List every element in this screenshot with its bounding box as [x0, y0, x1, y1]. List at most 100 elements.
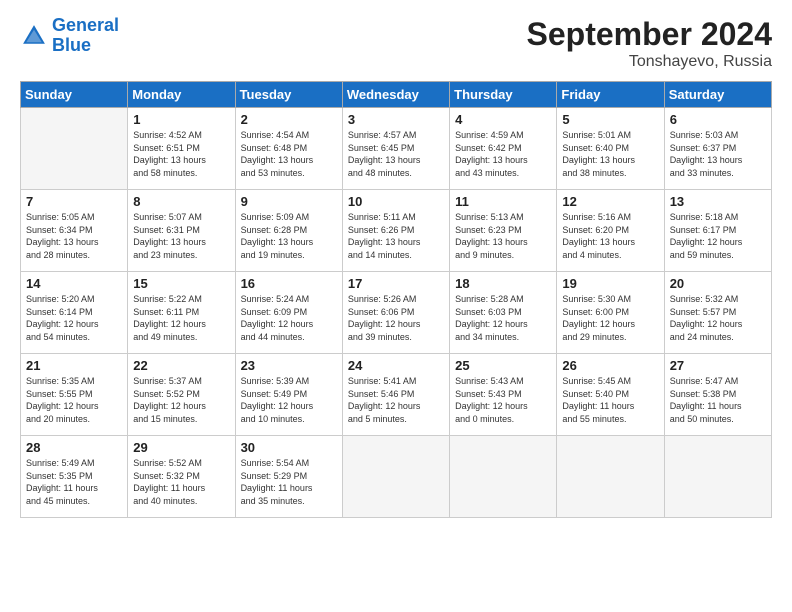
table-row	[557, 436, 664, 518]
table-row: 25 Sunrise: 5:43 AM Sunset: 5:43 PM Dayli…	[450, 354, 557, 436]
table-row: 22Sunrise: 5:37 AM Sunset: 5:52 PM Dayli…	[128, 354, 235, 436]
table-row: 12Sunrise: 5:16 AM Sunset: 6:20 PM Dayli…	[557, 190, 664, 272]
table-row: 28 Sunrise: 5:49 AM Sunset: 5:35 PM Dayli…	[21, 436, 128, 518]
calendar-week-row: 1 Sunrise: 4:52 AM Sunset: 6:51 PM Daylig…	[21, 108, 772, 190]
table-row: 6Sunrise: 5:03 AM Sunset: 6:37 PM Daylig…	[664, 108, 771, 190]
table-row: 24 Sunrise: 5:41 AM Sunset: 5:46 PM Dayli…	[342, 354, 449, 436]
day-detail: Sunrise: 5:16 AM Sunset: 6:20 PM Dayligh…	[562, 211, 658, 261]
day-number: 10	[348, 194, 444, 209]
calendar-table: Sunday Monday Tuesday Wednesday Thursday…	[20, 81, 772, 518]
table-row	[664, 436, 771, 518]
day-number: 27	[670, 358, 766, 373]
table-row	[342, 436, 449, 518]
day-number: 11	[455, 194, 551, 209]
table-row: 30 Sunrise: 5:54 AM Sunset: 5:29 PM Dayli…	[235, 436, 342, 518]
day-detail: Sunrise: 5:18 AM Sunset: 6:17 PM Dayligh…	[670, 211, 766, 261]
day-detail: Sunrise: 4:52 AM Sunset: 6:51 PM Dayligh…	[133, 129, 229, 179]
day-detail: Sunrise: 5:20 AM Sunset: 6:14 PM Dayligh…	[26, 293, 122, 343]
day-number: 30	[241, 440, 337, 455]
day-detail: Sunrise: 5:41 AM Sunset: 5:46 PM Dayligh…	[348, 375, 444, 425]
day-number: 18	[455, 276, 551, 291]
day-detail: Sunrise: 5:11 AM Sunset: 6:26 PM Dayligh…	[348, 211, 444, 261]
day-number: 5	[562, 112, 658, 127]
table-row: 1 Sunrise: 4:52 AM Sunset: 6:51 PM Daylig…	[128, 108, 235, 190]
table-row: 11 Sunrise: 5:13 AM Sunset: 6:23 PM Dayli…	[450, 190, 557, 272]
table-row: 4 Sunrise: 4:59 AM Sunset: 6:42 PM Daylig…	[450, 108, 557, 190]
day-number: 3	[348, 112, 444, 127]
table-row: 17 Sunrise: 5:26 AM Sunset: 6:06 PM Dayli…	[342, 272, 449, 354]
table-row: 16Sunrise: 5:24 AM Sunset: 6:09 PM Dayli…	[235, 272, 342, 354]
day-number: 28	[26, 440, 122, 455]
table-row: 27 Sunrise: 5:47 AM Sunset: 5:38 PM Dayli…	[664, 354, 771, 436]
day-detail: Sunrise: 5:09 AM Sunset: 6:28 PM Dayligh…	[241, 211, 337, 261]
header-thursday: Thursday	[450, 82, 557, 108]
title-block: September 2024 Tonshayevo, Russia	[527, 16, 772, 71]
table-row: 13 Sunrise: 5:18 AM Sunset: 6:17 PM Dayli…	[664, 190, 771, 272]
table-row: 10 Sunrise: 5:11 AM Sunset: 6:26 PM Dayli…	[342, 190, 449, 272]
day-number: 29	[133, 440, 229, 455]
table-row: 23Sunrise: 5:39 AM Sunset: 5:49 PM Dayli…	[235, 354, 342, 436]
table-row: 19 Sunrise: 5:30 AM Sunset: 6:00 PM Dayli…	[557, 272, 664, 354]
table-row: 20 Sunrise: 5:32 AM Sunset: 5:57 PM Dayli…	[664, 272, 771, 354]
day-number: 1	[133, 112, 229, 127]
day-detail: Sunrise: 5:24 AM Sunset: 6:09 PM Dayligh…	[241, 293, 337, 343]
calendar-week-row: 14 Sunrise: 5:20 AM Sunset: 6:14 PM Dayli…	[21, 272, 772, 354]
day-detail: Sunrise: 5:26 AM Sunset: 6:06 PM Dayligh…	[348, 293, 444, 343]
table-row	[21, 108, 128, 190]
logo-line2: Blue	[52, 35, 91, 55]
day-number: 26	[562, 358, 658, 373]
header-sunday: Sunday	[21, 82, 128, 108]
header: General Blue September 2024 Tonshayevo, …	[20, 16, 772, 71]
table-row: 3 Sunrise: 4:57 AM Sunset: 6:45 PM Daylig…	[342, 108, 449, 190]
day-detail: Sunrise: 5:28 AM Sunset: 6:03 PM Dayligh…	[455, 293, 551, 343]
day-detail: Sunrise: 5:52 AM Sunset: 5:32 PM Dayligh…	[133, 457, 229, 507]
header-saturday: Saturday	[664, 82, 771, 108]
day-number: 20	[670, 276, 766, 291]
calendar-header-row: Sunday Monday Tuesday Wednesday Thursday…	[21, 82, 772, 108]
day-detail: Sunrise: 4:57 AM Sunset: 6:45 PM Dayligh…	[348, 129, 444, 179]
subtitle: Tonshayevo, Russia	[527, 53, 772, 71]
day-number: 25	[455, 358, 551, 373]
table-row: 9Sunrise: 5:09 AM Sunset: 6:28 PM Daylig…	[235, 190, 342, 272]
day-detail: Sunrise: 5:47 AM Sunset: 5:38 PM Dayligh…	[670, 375, 766, 425]
day-number: 2	[241, 112, 337, 127]
calendar-week-row: 21Sunrise: 5:35 AM Sunset: 5:55 PM Dayli…	[21, 354, 772, 436]
day-number: 13	[670, 194, 766, 209]
logo-icon	[20, 22, 48, 50]
day-detail: Sunrise: 5:49 AM Sunset: 5:35 PM Dayligh…	[26, 457, 122, 507]
table-row: 21Sunrise: 5:35 AM Sunset: 5:55 PM Dayli…	[21, 354, 128, 436]
day-detail: Sunrise: 5:32 AM Sunset: 5:57 PM Dayligh…	[670, 293, 766, 343]
logo-text: General Blue	[52, 16, 119, 56]
header-monday: Monday	[128, 82, 235, 108]
day-number: 8	[133, 194, 229, 209]
table-row: 18 Sunrise: 5:28 AM Sunset: 6:03 PM Dayli…	[450, 272, 557, 354]
day-detail: Sunrise: 5:54 AM Sunset: 5:29 PM Dayligh…	[241, 457, 337, 507]
day-detail: Sunrise: 5:37 AM Sunset: 5:52 PM Dayligh…	[133, 375, 229, 425]
table-row: 5 Sunrise: 5:01 AM Sunset: 6:40 PM Daylig…	[557, 108, 664, 190]
day-detail: Sunrise: 4:59 AM Sunset: 6:42 PM Dayligh…	[455, 129, 551, 179]
day-detail: Sunrise: 5:30 AM Sunset: 6:00 PM Dayligh…	[562, 293, 658, 343]
day-detail: Sunrise: 5:13 AM Sunset: 6:23 PM Dayligh…	[455, 211, 551, 261]
table-row: 2 Sunrise: 4:54 AM Sunset: 6:48 PM Daylig…	[235, 108, 342, 190]
day-detail: Sunrise: 5:45 AM Sunset: 5:40 PM Dayligh…	[562, 375, 658, 425]
header-wednesday: Wednesday	[342, 82, 449, 108]
day-number: 19	[562, 276, 658, 291]
day-detail: Sunrise: 5:43 AM Sunset: 5:43 PM Dayligh…	[455, 375, 551, 425]
table-row: 29 Sunrise: 5:52 AM Sunset: 5:32 PM Dayli…	[128, 436, 235, 518]
calendar-week-row: 7 Sunrise: 5:05 AM Sunset: 6:34 PM Daylig…	[21, 190, 772, 272]
day-number: 4	[455, 112, 551, 127]
table-row: 26 Sunrise: 5:45 AM Sunset: 5:40 PM Dayli…	[557, 354, 664, 436]
day-number: 7	[26, 194, 122, 209]
day-detail: Sunrise: 5:05 AM Sunset: 6:34 PM Dayligh…	[26, 211, 122, 261]
day-number: 24	[348, 358, 444, 373]
table-row: 8Sunrise: 5:07 AM Sunset: 6:31 PM Daylig…	[128, 190, 235, 272]
calendar-week-row: 28 Sunrise: 5:49 AM Sunset: 5:35 PM Dayli…	[21, 436, 772, 518]
page: General Blue September 2024 Tonshayevo, …	[0, 0, 792, 612]
day-detail: Sunrise: 4:54 AM Sunset: 6:48 PM Dayligh…	[241, 129, 337, 179]
day-detail: Sunrise: 5:22 AM Sunset: 6:11 PM Dayligh…	[133, 293, 229, 343]
header-tuesday: Tuesday	[235, 82, 342, 108]
day-detail: Sunrise: 5:01 AM Sunset: 6:40 PM Dayligh…	[562, 129, 658, 179]
day-number: 14	[26, 276, 122, 291]
day-number: 17	[348, 276, 444, 291]
header-friday: Friday	[557, 82, 664, 108]
